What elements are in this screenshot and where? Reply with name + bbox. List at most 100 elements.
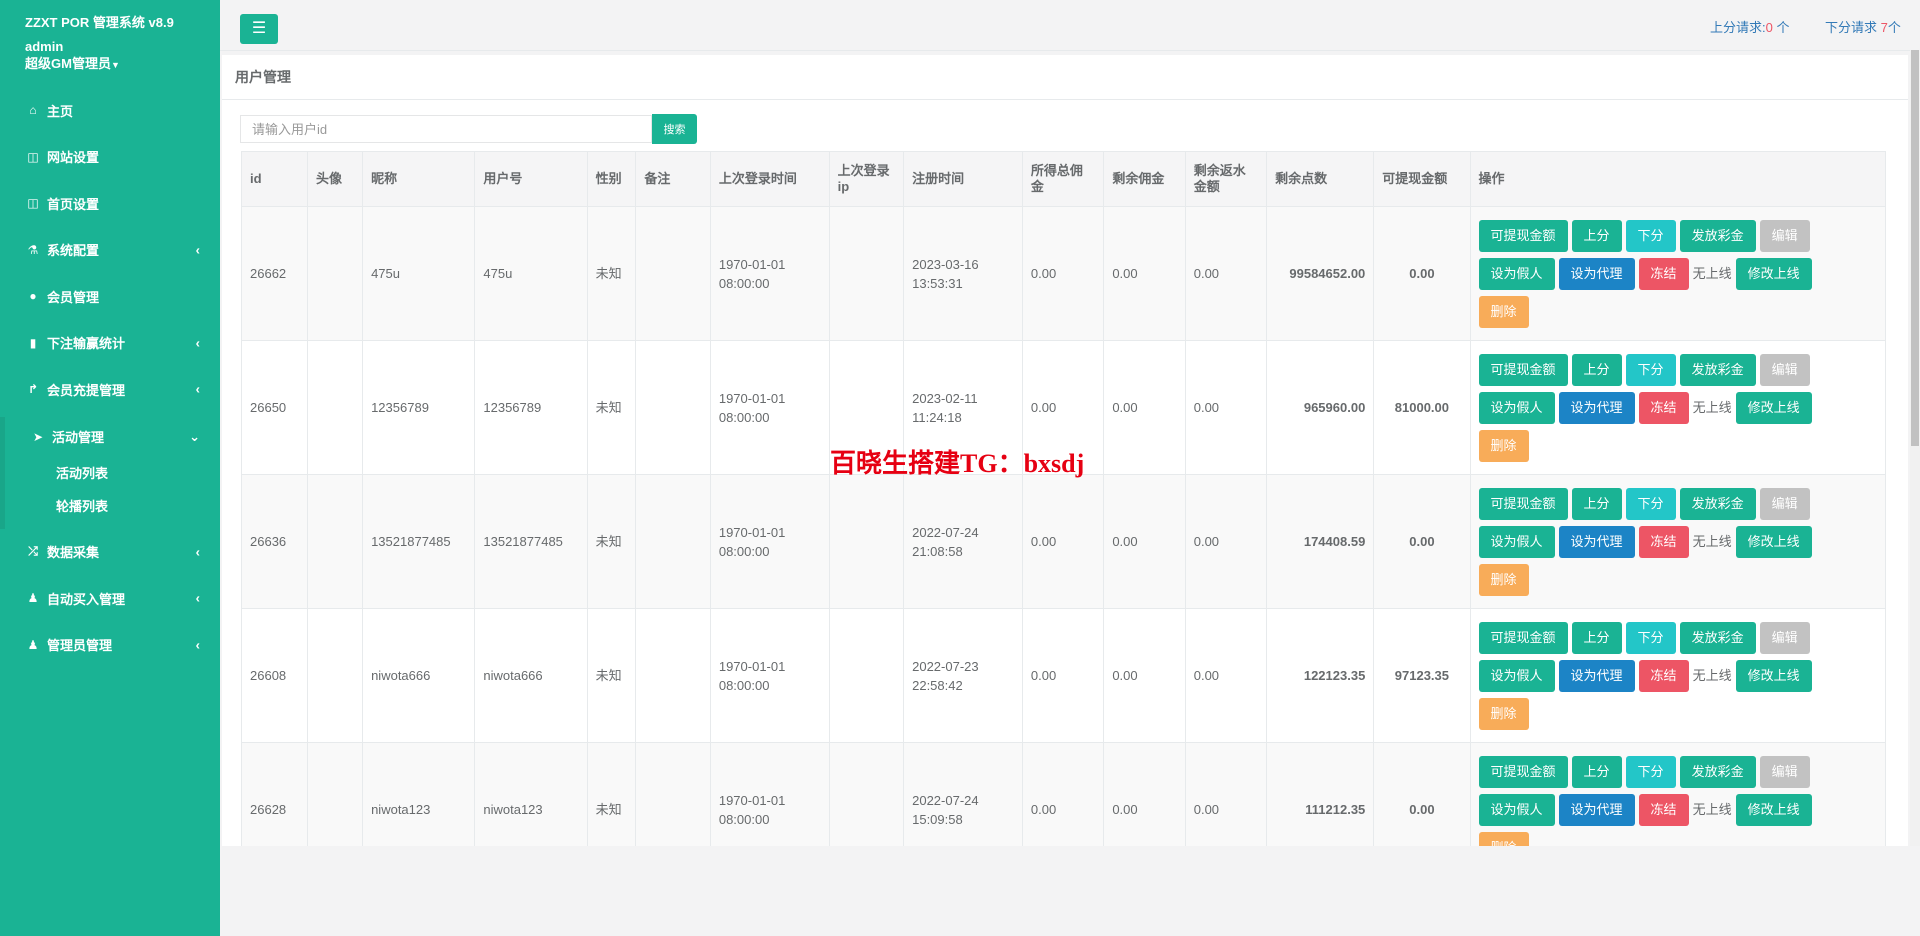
row-actions: 可提现金额上分下分发放彩金编辑设为假人设为代理冻结无上线修改上线删除 bbox=[1478, 619, 1849, 733]
change-upline-button[interactable]: 修改上线 bbox=[1735, 793, 1812, 826]
column-header: 可提现金额 bbox=[1373, 151, 1471, 207]
set-agent-button[interactable]: 设为代理 bbox=[1558, 659, 1635, 692]
set-fake-button[interactable]: 设为假人 bbox=[1478, 391, 1555, 424]
issue-bonus-button[interactable]: 发放彩金 bbox=[1679, 487, 1756, 520]
sidebar-item-user[interactable]: ● 会员管理 bbox=[0, 273, 220, 320]
role-label: 超级GM管理员 bbox=[25, 56, 111, 71]
delete-button[interactable]: 删除 bbox=[1478, 429, 1529, 462]
withdrawable-button[interactable]: 可提现金额 bbox=[1478, 219, 1568, 252]
set-fake-button[interactable]: 设为假人 bbox=[1478, 793, 1555, 826]
menu-toggle-button[interactable]: ☰ bbox=[240, 14, 278, 44]
reduce-points-button[interactable]: 下分 bbox=[1625, 621, 1676, 654]
delete-button[interactable]: 删除 bbox=[1478, 831, 1529, 846]
sidebar-item-bar-chart[interactable]: ▮ 下注输赢统计 ‹ bbox=[0, 320, 220, 367]
sidebar-item-male[interactable]: ♟ 自动买入管理 ‹ bbox=[0, 575, 220, 622]
reduce-points-button[interactable]: 下分 bbox=[1625, 487, 1676, 520]
change-upline-button[interactable]: 修改上线 bbox=[1735, 257, 1812, 290]
sidebar-item-paper-plane[interactable]: ➤ 活动管理 ⌄ bbox=[0, 416, 220, 457]
sidebar-item-home[interactable]: ⌂ 主页 bbox=[0, 87, 220, 134]
cell-withdrawable: 0.00 bbox=[1373, 206, 1471, 341]
withdrawable-button[interactable]: 可提现金额 bbox=[1478, 487, 1568, 520]
add-points-button[interactable]: 上分 bbox=[1571, 219, 1622, 252]
freeze-button[interactable]: 冻结 bbox=[1638, 391, 1689, 424]
no-upline-text: 无上线 bbox=[1692, 399, 1732, 415]
sidebar-item-columns[interactable]: ◫ 网站设置 bbox=[0, 134, 220, 181]
chevron-left-icon: ‹ bbox=[195, 637, 200, 653]
cell-remark bbox=[635, 608, 711, 743]
issue-bonus-button[interactable]: 发放彩金 bbox=[1679, 621, 1756, 654]
edit-button[interactable]: 编辑 bbox=[1759, 755, 1810, 788]
set-fake-button[interactable]: 设为假人 bbox=[1478, 659, 1555, 692]
submenu-item[interactable]: 轮播列表 bbox=[5, 490, 220, 523]
paper-plane-icon: ➤ bbox=[32, 429, 44, 444]
sidebar-item-level-up[interactable]: ↱ 会员充提管理 ‹ bbox=[0, 366, 220, 413]
submenu-item[interactable]: 活动列表 bbox=[5, 457, 220, 490]
edit-button[interactable]: 编辑 bbox=[1759, 219, 1810, 252]
search-button[interactable]: 搜索 bbox=[652, 114, 697, 144]
male-icon: ♟ bbox=[27, 637, 39, 652]
reduce-points-button[interactable]: 下分 bbox=[1625, 219, 1676, 252]
add-points-button[interactable]: 上分 bbox=[1571, 621, 1622, 654]
cell-last-login: 1970-01-01 08:00:00 bbox=[709, 608, 830, 743]
add-points-button[interactable]: 上分 bbox=[1571, 755, 1622, 788]
add-points-button[interactable]: 上分 bbox=[1571, 487, 1622, 520]
down-requests-link[interactable]: 下分请求 7个 bbox=[1825, 17, 1901, 36]
withdrawable-button[interactable]: 可提现金额 bbox=[1478, 621, 1568, 654]
row-actions: 可提现金额上分下分发放彩金编辑设为假人设为代理冻结无上线修改上线删除 bbox=[1478, 351, 1849, 465]
withdrawable-button[interactable]: 可提现金额 bbox=[1478, 353, 1568, 386]
edit-button[interactable]: 编辑 bbox=[1759, 621, 1810, 654]
reduce-points-button[interactable]: 下分 bbox=[1625, 755, 1676, 788]
table-row: 26608 niwota666 niwota666 未知 1970-01-01 08:00… bbox=[241, 608, 1887, 743]
delete-button[interactable]: 删除 bbox=[1478, 295, 1529, 328]
delete-button[interactable]: 删除 bbox=[1478, 563, 1529, 596]
sidebar-item-label: 首页设置 bbox=[47, 196, 100, 212]
add-points-button[interactable]: 上分 bbox=[1571, 353, 1622, 386]
search-input[interactable] bbox=[240, 115, 652, 143]
column-header: 剩余佣金 bbox=[1103, 151, 1186, 207]
issue-bonus-button[interactable]: 发放彩金 bbox=[1679, 353, 1756, 386]
scrollbar-thumb[interactable] bbox=[1911, 50, 1919, 446]
issue-bonus-button[interactable]: 发放彩金 bbox=[1679, 755, 1756, 788]
cell-points: 965960.00 bbox=[1266, 340, 1375, 475]
delete-button[interactable]: 删除 bbox=[1478, 697, 1529, 730]
freeze-button[interactable]: 冻结 bbox=[1638, 659, 1689, 692]
cell-id: 26636 bbox=[241, 474, 308, 609]
set-agent-button[interactable]: 设为代理 bbox=[1558, 391, 1635, 424]
change-upline-button[interactable]: 修改上线 bbox=[1735, 391, 1812, 424]
cell-account: 12356789 bbox=[474, 340, 588, 475]
caret-down-icon: ▼ bbox=[110, 60, 120, 70]
sidebar-item-random[interactable]: ⤮ 数据采集 ‹ bbox=[0, 529, 220, 576]
issue-bonus-button[interactable]: 发放彩金 bbox=[1679, 219, 1756, 252]
freeze-button[interactable]: 冻结 bbox=[1638, 793, 1689, 826]
set-agent-button[interactable]: 设为代理 bbox=[1558, 793, 1635, 826]
edit-button[interactable]: 编辑 bbox=[1759, 487, 1810, 520]
search-bar: 搜索 bbox=[240, 114, 697, 144]
chevron-left-icon: ‹ bbox=[195, 544, 200, 560]
cell-last-ip bbox=[828, 474, 905, 609]
set-fake-button[interactable]: 设为假人 bbox=[1478, 525, 1555, 558]
sidebar-item-columns[interactable]: ◫ 首页设置 bbox=[0, 180, 220, 227]
withdrawable-button[interactable]: 可提现金额 bbox=[1478, 755, 1568, 788]
sidebar-item-flask[interactable]: ⚗ 系统配置 ‹ bbox=[0, 227, 220, 274]
username[interactable]: admin bbox=[25, 39, 220, 55]
change-upline-button[interactable]: 修改上线 bbox=[1735, 659, 1812, 692]
set-agent-button[interactable]: 设为代理 bbox=[1558, 257, 1635, 290]
up-requests-link[interactable]: 上分请求:0 个 bbox=[1710, 17, 1789, 36]
set-agent-button[interactable]: 设为代理 bbox=[1558, 525, 1635, 558]
page-title: 用户管理 bbox=[222, 55, 1908, 100]
freeze-button[interactable]: 冻结 bbox=[1638, 525, 1689, 558]
role-dropdown[interactable]: 超级GM管理员▼ bbox=[25, 55, 220, 74]
edit-button[interactable]: 编辑 bbox=[1759, 353, 1810, 386]
sidebar-item-male[interactable]: ♟ 管理员管理 ‹ bbox=[0, 622, 220, 669]
reduce-points-button[interactable]: 下分 bbox=[1625, 353, 1676, 386]
cell-register-time-time: 13:53:31 bbox=[912, 275, 963, 291]
cell-remaining-commission: 0.00 bbox=[1103, 206, 1186, 341]
change-upline-button[interactable]: 修改上线 bbox=[1735, 525, 1812, 558]
cell-remaining-commission: 0.00 bbox=[1103, 474, 1186, 609]
cell-last-login-time: 08:00:00 bbox=[718, 811, 770, 827]
cell-account: niwota123 bbox=[474, 742, 588, 846]
freeze-button[interactable]: 冻结 bbox=[1638, 257, 1689, 290]
columns-icon: ◫ bbox=[27, 149, 39, 164]
column-header: 用户号 bbox=[474, 151, 588, 207]
set-fake-button[interactable]: 设为假人 bbox=[1478, 257, 1555, 290]
